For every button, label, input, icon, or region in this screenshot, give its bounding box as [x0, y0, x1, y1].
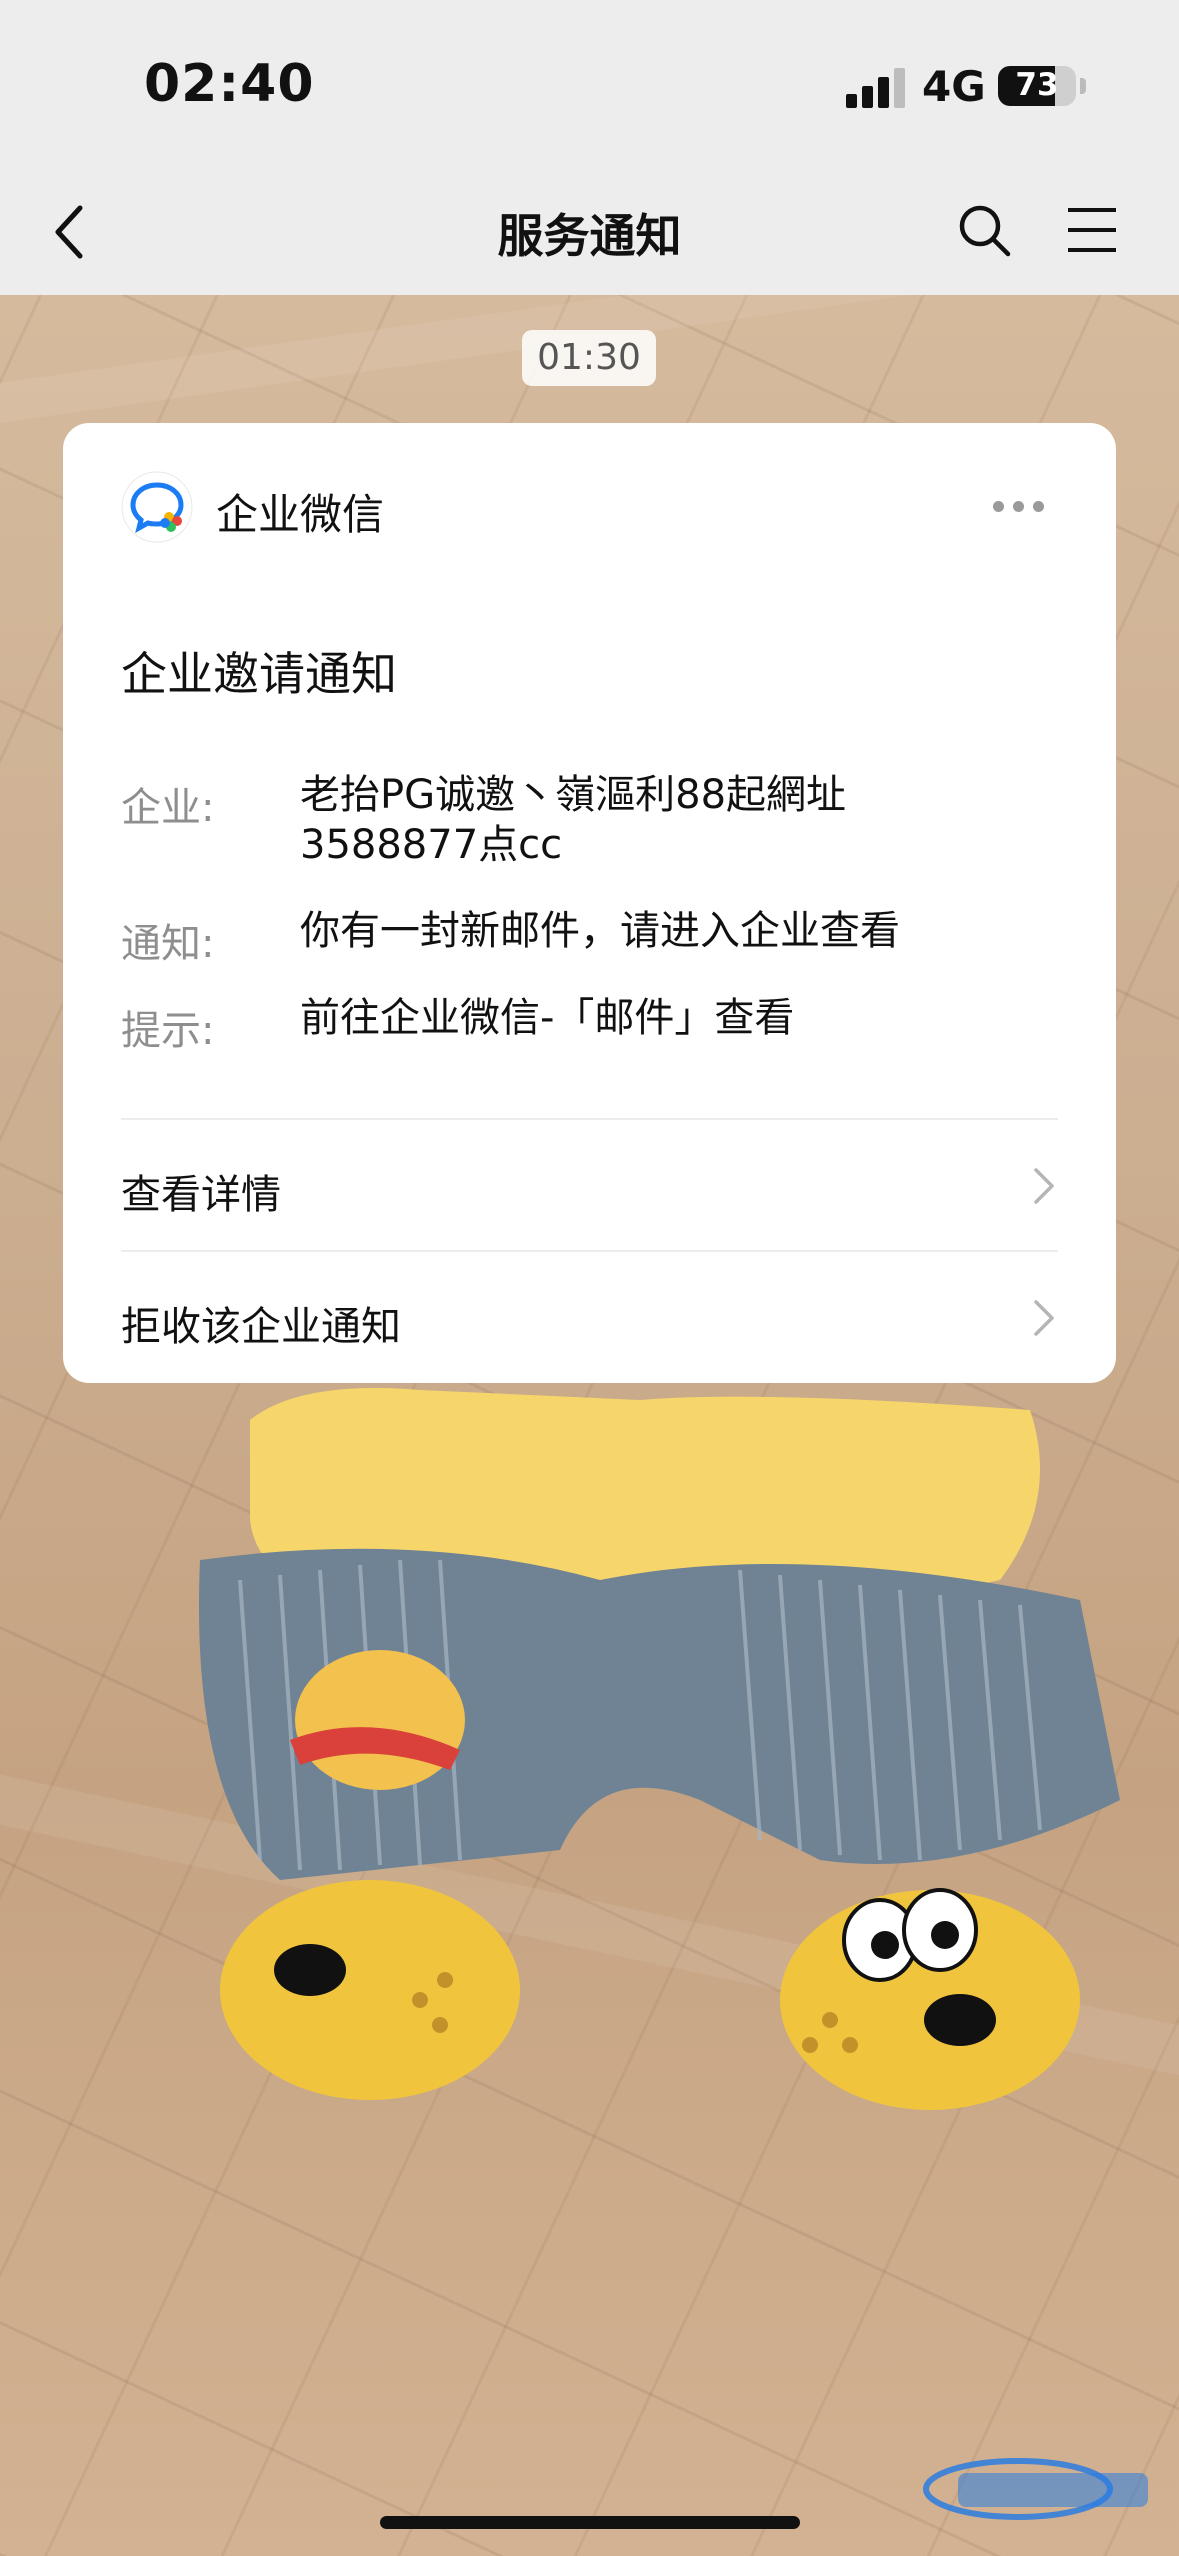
- more-options-icon[interactable]: [993, 497, 1049, 517]
- chevron-right-icon: [1034, 1168, 1054, 1204]
- tip-label: 提示:: [121, 1008, 215, 1054]
- app-name: 企业微信: [216, 490, 385, 539]
- reject-company-notifications-button[interactable]: 拒收该企业通知: [63, 1252, 1116, 1382]
- child-figure: [199, 1388, 1120, 2110]
- search-icon[interactable]: [954, 200, 1014, 260]
- tip-value: 前往企业微信-「邮件」查看: [300, 995, 795, 1041]
- status-time: 02:40: [144, 54, 315, 114]
- company-label: 企业:: [121, 785, 215, 831]
- status-bar: 02:40 4G 73: [0, 0, 1179, 170]
- message-timestamp: 01:30: [522, 330, 656, 386]
- reject-notifications-label: 拒收该企业通知: [121, 1304, 401, 1350]
- company-value-line-2: 3588877点cc: [300, 822, 563, 868]
- company-value: 老抬PG诚邀丶嶺漚利88起網址 3588877点cc: [300, 770, 950, 870]
- notification-title: 企业邀请通知: [121, 647, 397, 701]
- view-details-button[interactable]: 查看详情: [63, 1120, 1116, 1250]
- hamburger-menu-icon[interactable]: [1064, 202, 1120, 258]
- battery-icon: 73: [998, 66, 1076, 106]
- network-type: 4G: [922, 62, 986, 111]
- home-indicator[interactable]: [380, 2516, 800, 2529]
- notice-label: 通知:: [121, 921, 215, 967]
- watermark-logo: [923, 2458, 1148, 2520]
- notice-value: 你有一封新邮件，请进入企业查看: [300, 908, 900, 954]
- cellular-signal-icon: [846, 64, 906, 108]
- view-details-label: 查看详情: [121, 1172, 281, 1218]
- battery-percentage: 73: [1015, 67, 1059, 103]
- battery-tip: [1080, 78, 1086, 94]
- wecom-logo-icon: [121, 471, 193, 543]
- navigation-bar: 服务通知: [0, 170, 1179, 295]
- company-value-line-1: 老抬PG诚邀丶嶺漚利88起網址: [300, 772, 847, 818]
- notification-card: 企业微信 企业邀请通知 企业: 老抬PG诚邀丶嶺漚利88起網址 3588877点…: [63, 423, 1116, 1383]
- chevron-right-icon: [1034, 1300, 1054, 1336]
